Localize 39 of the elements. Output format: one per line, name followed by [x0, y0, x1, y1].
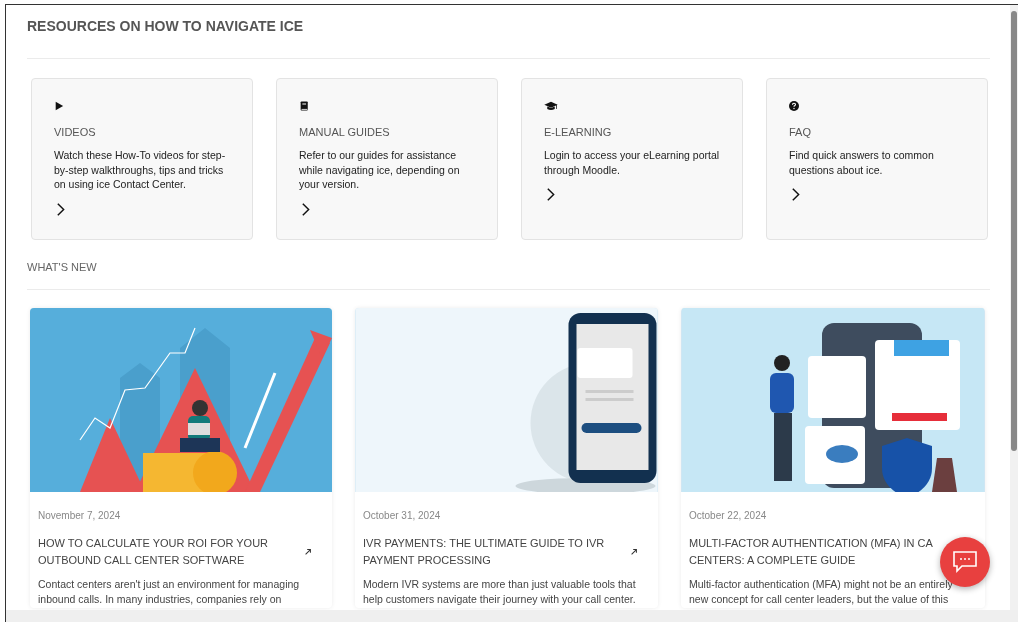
resource-description: Find quick answers to common questions about ice.: [789, 148, 935, 177]
article-excerpt: Multi-factor authentication (MFA) might not be an entirely new concept for call center leaders, but the value of this: [689, 577, 954, 607]
resource-description: Refer to our guides for assistance while navigating ice, depending on your version.: [299, 148, 461, 192]
article-card[interactable]: October 22, 2024 MULTI-FACTOR AUTHENTICATION (MFA) IN CA CENTERS: A COMPLETE GUIDE Multi-factor authentication (MFA) might not be an entirely new concept for call center leaders, but the value of this: [681, 308, 985, 608]
article-date: November 7, 2024: [38, 510, 122, 522]
article-title[interactable]: IVR PAYMENTS: THE ULTIMATE GUIDE TO IVR PAYMENT PROCESSING: [363, 535, 605, 569]
question-icon: [789, 101, 799, 111]
resource-title: VIDEOS: [54, 126, 97, 139]
section-title: RESOURCES ON HOW TO NAVIGATE ICE: [27, 17, 305, 34]
article-date: October 31, 2024: [363, 510, 442, 522]
external-link-icon[interactable]: [630, 548, 638, 556]
resource-title: MANUAL GUIDES: [299, 126, 391, 139]
article-excerpt: Modern IVR systems are more than just valuable tools that help customers navigate their journey with your call center.: [363, 577, 637, 607]
article-title[interactable]: MULTI-FACTOR AUTHENTICATION (MFA) IN CA CENTERS: A COMPLETE GUIDE: [689, 535, 933, 569]
external-link-icon[interactable]: [304, 548, 312, 556]
resource-card[interactable]: MANUAL GUIDES Refer to our guides for assistance while navigating ice, depending on your version.: [276, 78, 498, 240]
resource-card[interactable]: FAQ Find quick answers to common questions about ice.: [766, 78, 988, 240]
article-card[interactable]: November 7, 2024 HOW TO CALCULATE YOUR ROI FOR YOUR OUTBOUND CALL CENTER SOFTWARE Contact centers aren't just an environment for managing inbound calls. In many industries, companies rely on: [30, 308, 332, 608]
resource-card[interactable]: VIDEOS Watch these How-To videos for step-by-step walkthroughs, tips and tricks on using ice Contact Center.: [31, 78, 253, 240]
resource-description: Watch these How-To videos for step-by-step walkthroughs, tips and tricks on using ice Contact Center.: [54, 148, 227, 192]
graduation-cap-icon: [544, 101, 558, 111]
article-title[interactable]: HOW TO CALCULATE YOUR ROI FOR YOUR OUTBOUND CALL CENTER SOFTWARE: [38, 535, 269, 569]
resource-card[interactable]: E-LEARNING Login to access your eLearning portal through Moodle.: [521, 78, 743, 240]
resource-description: Login to access your eLearning portal through Moodle.: [544, 148, 721, 177]
chevron-right-icon[interactable]: [791, 187, 800, 202]
section-heading: WHAT'S NEW: [27, 261, 98, 274]
article-card[interactable]: October 31, 2024 IVR PAYMENTS: THE ULTIMATE GUIDE TO IVR PAYMENT PROCESSING Modern IVR systems are more than just valuable tools that help customers navigate their journey with your call center.: [355, 308, 658, 608]
book-icon: [299, 101, 309, 111]
resource-title: FAQ: [789, 126, 812, 139]
chevron-right-icon[interactable]: [56, 201, 65, 217]
chat-bubble-icon: [952, 550, 978, 574]
resource-title: E-LEARNING: [544, 126, 613, 139]
scrollbar[interactable]: [1010, 5, 1018, 611]
article-date: October 22, 2024: [689, 510, 768, 522]
scrollbar-thumb[interactable]: [1011, 11, 1017, 451]
chevron-right-icon[interactable]: [301, 201, 310, 217]
article-excerpt: Contact centers aren't just an environment for managing inbound calls. In many industries, companies rely on: [38, 577, 301, 607]
play-icon: [54, 101, 64, 111]
chevron-right-icon[interactable]: [546, 187, 555, 202]
